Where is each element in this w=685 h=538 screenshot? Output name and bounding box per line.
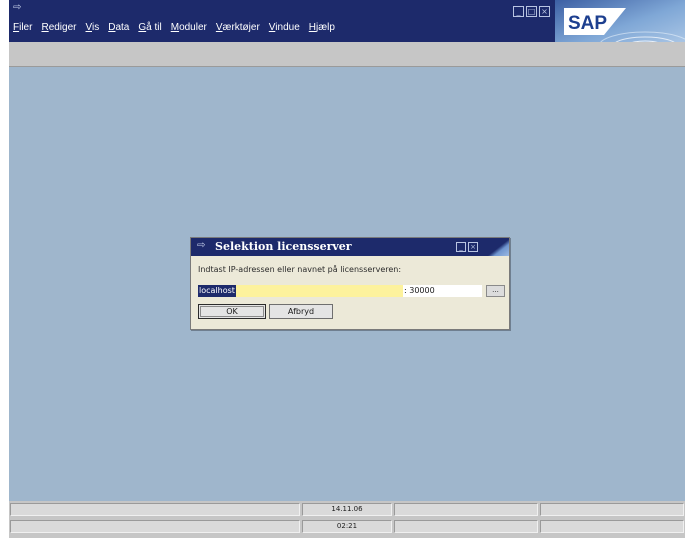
license-server-dialog: ⇨ Selektion licensserver _ × Indtast IP-… [190, 237, 510, 330]
status-field-6 [394, 520, 538, 533]
menu-item-moduler[interactable]: Moduler [171, 22, 207, 33]
status-message-field [10, 503, 300, 516]
status-field-3 [394, 503, 538, 516]
menu-item-gaa-til[interactable]: Gå til [138, 22, 161, 33]
minimize-icon[interactable]: _ [513, 6, 524, 17]
browse-button[interactable]: ... [486, 285, 505, 297]
menu-item-rediger[interactable]: Rediger [41, 22, 76, 33]
dialog-icon: ⇨ [197, 240, 206, 251]
menu-item-vaerktoejer[interactable]: Værktøjer [216, 22, 260, 33]
app-window-icon[interactable]: ⇨ [13, 2, 25, 14]
menu-item-hjaelp[interactable]: Hjælp [309, 22, 335, 33]
menu-item-vindue[interactable]: Vindue [269, 22, 300, 33]
close-icon[interactable]: × [539, 6, 550, 17]
status-date: 14.11.06 [302, 503, 392, 516]
sap-window: ⇨ Filer Rediger Vis Data Gå til Moduler … [9, 0, 685, 538]
dialog-title: Selektion licensserver [215, 240, 352, 253]
window-controls: _ □ × [513, 6, 550, 17]
dialog-titlebar[interactable]: ⇨ Selektion licensserver _ × [191, 238, 509, 256]
sap-logo-icon: SAP [564, 8, 626, 35]
toolbar [9, 42, 685, 67]
menu-items: Filer Rediger Vis Data Gå til Moduler Væ… [13, 22, 335, 33]
dialog-minimize-icon[interactable]: _ [456, 242, 466, 252]
status-field-7 [540, 520, 684, 533]
svg-text:SAP: SAP [568, 13, 607, 34]
maximize-icon[interactable]: □ [526, 6, 537, 17]
dialog-close-icon[interactable]: × [468, 242, 478, 252]
menu-item-filer[interactable]: Filer [13, 22, 32, 33]
menu-item-vis[interactable]: Vis [86, 22, 100, 33]
server-prompt-label: Indtast IP-adressen eller navnet på lice… [198, 265, 402, 274]
port-input-value: : 30000 [404, 286, 435, 295]
cancel-button[interactable]: Afbryd [269, 304, 333, 319]
status-time: 02:21 [302, 520, 392, 533]
menu-item-data[interactable]: Data [108, 22, 129, 33]
status-field-5 [10, 520, 300, 533]
dialog-window-controls: _ × [456, 242, 478, 252]
status-bar: 14.11.06 02:21 [9, 501, 685, 538]
host-input-value: localhost [198, 285, 236, 297]
ok-button[interactable]: OK [198, 304, 266, 319]
status-field-4 [540, 503, 684, 516]
